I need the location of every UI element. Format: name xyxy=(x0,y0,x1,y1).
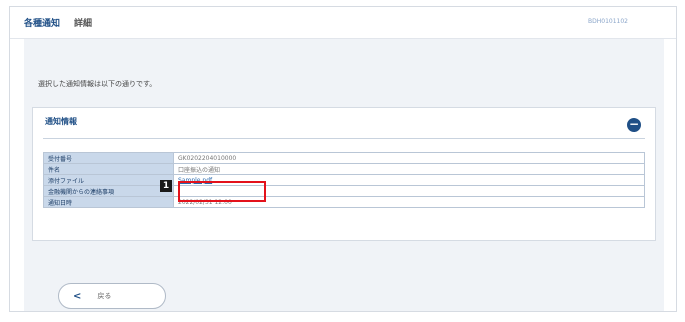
row-label-notice-datetime: 通知日時 xyxy=(43,196,174,208)
page-header: 各種通知 詳細 BDH0101102 xyxy=(10,7,676,39)
panel-divider xyxy=(43,138,645,139)
row-label-receipt-number: 受付番号 xyxy=(43,152,174,164)
detail-table: 受付番号 GK0202204010000 件名 口座振込の通知 添付ファイル S… xyxy=(43,152,645,208)
annotation-number-badge: 1 xyxy=(160,180,172,192)
panel-title: 通知情報 xyxy=(45,117,77,126)
back-button-label: 戻る xyxy=(97,292,112,300)
table-row: 件名 口座振込の通知 xyxy=(43,163,645,175)
row-label-bank-message: 金融機関からの連絡事項 xyxy=(43,185,174,197)
back-button[interactable]: < 戻る xyxy=(58,283,166,309)
row-label-attachment: 添付ファイル xyxy=(43,174,174,186)
main-content: 選択した通知情報は以下の通りです。 通知情報 − 受付番号 GK02022040… xyxy=(24,39,664,311)
screen-id: BDH0101102 xyxy=(588,18,628,25)
breadcrumb-item-notices[interactable]: 各種通知 xyxy=(24,16,60,29)
table-row: 添付ファイル Sample.pdf xyxy=(43,174,645,186)
breadcrumb-item-detail: 詳細 xyxy=(74,19,93,29)
breadcrumb: 各種通知 詳細 xyxy=(24,16,92,29)
row-value-subject: 口座振込の通知 xyxy=(173,163,645,175)
collapse-icon[interactable]: − xyxy=(627,118,641,132)
notice-info-panel: 通知情報 − 受付番号 GK0202204010000 件名 口座振込の通知 添… xyxy=(32,107,656,241)
row-label-subject: 件名 xyxy=(43,163,174,175)
annotation-highlight-box xyxy=(178,181,266,202)
table-row: 金融機関からの連絡事項 xyxy=(43,185,645,197)
intro-text: 選択した通知情報は以下の通りです。 xyxy=(38,80,157,88)
row-value-receipt-number: GK0202204010000 xyxy=(173,152,645,164)
table-row: 受付番号 GK0202204010000 xyxy=(43,152,645,164)
chevron-left-icon: < xyxy=(73,290,82,302)
app-frame: 各種通知 詳細 BDH0101102 選択した通知情報は以下の通りです。 通知情… xyxy=(9,6,677,312)
table-row: 通知日時 2022/02/31 12:00 xyxy=(43,196,645,208)
